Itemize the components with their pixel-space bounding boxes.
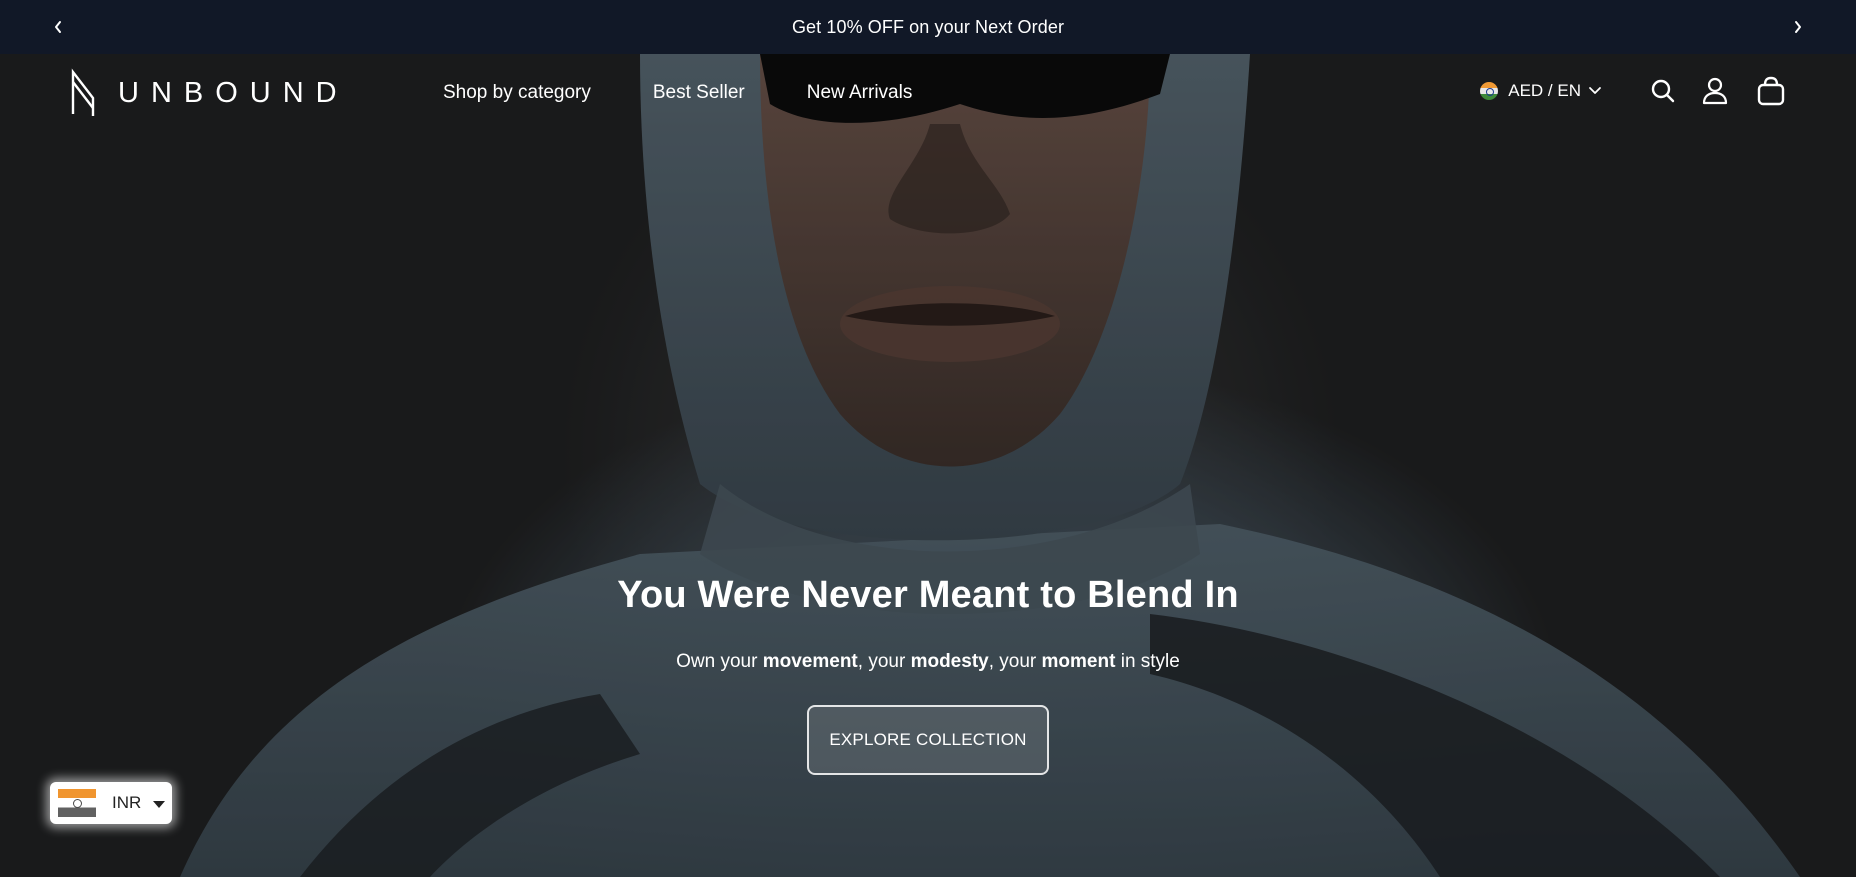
flag-icon [1480,82,1499,100]
account-button[interactable] [1700,76,1730,106]
india-flag-icon [58,789,96,817]
announcement-next-button[interactable] [1778,0,1818,54]
nav-new-arrivals[interactable]: New Arrivals [807,82,913,104]
unbound-logo-icon [71,68,95,116]
hero-title: You Were Never Meant to Blend In [617,574,1239,616]
search-button[interactable] [1648,76,1678,106]
site-header: UNBOUND Shop by category Best Seller New… [0,54,1856,140]
subtitle-emphasis: moment [1041,651,1116,672]
header-actions: AED / EN [1480,76,1786,106]
subtitle-emphasis: modesty [910,651,989,672]
currency-selector[interactable]: INR [50,782,172,824]
user-icon [1702,77,1728,105]
logo-text: UNBOUND [118,76,349,109]
subtitle-text: , your [988,651,1042,672]
currency-code: INR [112,793,142,812]
bag-icon [1757,76,1785,106]
page: Get 10% OFF on your Next Order UNBOUND S… [0,0,1856,877]
locale-selector[interactable]: AED / EN [1480,81,1602,101]
subtitle-emphasis: movement [762,651,858,672]
announcement-bar: Get 10% OFF on your Next Order [0,0,1856,54]
hero-subtitle: Own your movement, your modesty, your mo… [0,651,1856,673]
announcement-text: Get 10% OFF on your Next Order [791,16,1065,37]
cart-button[interactable] [1756,76,1786,106]
caret-down-icon [153,801,166,808]
chevron-left-icon [55,21,61,33]
nav-best-seller[interactable]: Best Seller [653,82,745,104]
subtitle-text: Own your [676,651,763,672]
announcement-prev-button[interactable] [38,0,78,54]
hero-content: You Were Never Meant to Blend In Own you… [0,574,1856,775]
search-icon [1651,79,1675,103]
explore-collection-button[interactable]: EXPLORE COLLECTION [807,705,1049,775]
main-nav: Shop by category Best Seller New Arrival… [443,82,912,104]
nav-shop-by-category[interactable]: Shop by category [443,82,591,104]
chevron-down-icon [1589,87,1601,94]
subtitle-text: in style [1115,651,1180,672]
brand-logo[interactable]: UNBOUND [70,68,349,118]
subtitle-text: , your [857,651,911,672]
locale-label: AED / EN [1508,81,1581,100]
chevron-right-icon [1795,21,1801,33]
